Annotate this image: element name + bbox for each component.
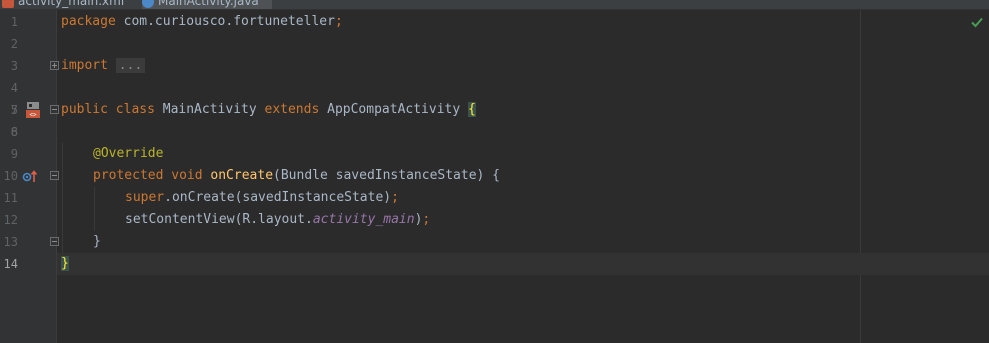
matched-brace: } <box>61 256 69 271</box>
line-number: 12 <box>3 213 18 227</box>
matched-brace: { <box>468 102 476 117</box>
layout-preview-icon[interactable]: <> <box>24 101 42 119</box>
method-name: onCreate <box>210 168 274 183</box>
check-icon[interactable] <box>970 15 984 29</box>
keyword: public class <box>61 102 155 117</box>
editor-window: activity_main.xml MainActivity.java 1 pa… <box>0 0 989 343</box>
code-line-text[interactable]: import ... <box>61 55 146 77</box>
code-line-text[interactable]: @Override <box>93 143 163 165</box>
code-line-10: 10 protected void onCreate(Bundle savedI… <box>0 165 989 187</box>
method-params: (Bundle savedInstanceState) { <box>273 168 501 183</box>
line-number: 8 <box>10 125 18 139</box>
folded-imports[interactable]: ... <box>115 58 146 73</box>
fold-collapse-icon[interactable] <box>50 171 59 180</box>
line-number: 13 <box>3 235 18 249</box>
keyword: package <box>61 14 116 29</box>
fold-collapse-icon[interactable] <box>50 105 59 114</box>
package-name: com.curiousco.fortuneteller <box>115 14 335 29</box>
tab-bar: activity_main.xml MainActivity.java <box>0 0 989 10</box>
class-name: MainActivity <box>154 102 265 117</box>
superclass-name: AppCompatActivity <box>319 102 469 117</box>
semicolon: ; <box>391 190 399 205</box>
code-line-9: 9 @Override <box>0 143 989 165</box>
static-field: activity_main <box>312 212 415 227</box>
line-number: 3 <box>10 59 18 73</box>
code-line-7: 7 <> public class MainActivity extends A… <box>0 99 989 121</box>
code-line-text[interactable]: package com.curiousco.fortuneteller; <box>61 11 343 33</box>
code-line-13: 13 } <box>0 231 989 253</box>
line-number: 10 <box>3 169 18 183</box>
xml-file-icon <box>2 0 14 8</box>
code-line-1: 1 package com.curiousco.fortuneteller; <box>0 11 989 33</box>
line-number: 7 <box>10 103 18 117</box>
tab-label: activity_main.xml <box>18 0 125 8</box>
semicolon: ; <box>334 14 343 29</box>
semicolon: ; <box>422 212 431 227</box>
java-class-icon <box>142 0 154 8</box>
code-line-text[interactable]: public class MainActivity extends AppCom… <box>61 99 476 121</box>
tab-main-activity-java[interactable]: MainActivity.java <box>142 0 272 9</box>
code-line-3: 3 import ... <box>0 55 989 77</box>
code-line-text[interactable]: } <box>93 231 101 253</box>
code-line-12: 12 setContentView(R.layout.activity_main… <box>0 209 989 231</box>
svg-text:<>: <> <box>29 112 37 119</box>
code-line-8: 8 <box>0 121 989 143</box>
keyword: import <box>61 58 108 73</box>
override-method-icon[interactable] <box>22 169 38 183</box>
code-line-text[interactable]: super.onCreate(savedInstanceState); <box>125 187 399 209</box>
closing-brace: } <box>93 234 101 249</box>
tab-activity-main-xml[interactable]: activity_main.xml <box>2 0 142 9</box>
method-call: setContentView(R.layout. <box>125 212 313 227</box>
line-number: 1 <box>10 15 18 29</box>
code-line-11: 11 super.onCreate(savedInstanceState); <box>0 187 989 209</box>
line-number: 4 <box>10 81 18 95</box>
line-number: 11 <box>3 191 18 205</box>
keyword: extends <box>264 102 320 117</box>
line-number: 14 <box>3 257 18 271</box>
code-line-4: 4 <box>0 77 989 99</box>
keyword: protected void <box>93 168 203 183</box>
method-call: .onCreate(savedInstanceState) <box>164 190 392 205</box>
fold-end-icon[interactable] <box>50 237 59 246</box>
annotation: @Override <box>93 146 164 161</box>
code-line-2: 2 <box>0 33 989 55</box>
code-line-14: 14 } <box>0 253 989 275</box>
line-number: 2 <box>10 37 18 51</box>
code-line-text[interactable]: setContentView(R.layout.activity_main); <box>125 209 430 231</box>
code-line-text[interactable]: } <box>61 253 69 275</box>
keyword: super <box>125 190 165 205</box>
line-number: 9 <box>10 147 18 161</box>
code-line-text[interactable]: protected void onCreate(Bundle savedInst… <box>93 165 500 187</box>
fold-expand-icon[interactable] <box>50 61 59 70</box>
tab-label: MainActivity.java <box>158 0 259 8</box>
